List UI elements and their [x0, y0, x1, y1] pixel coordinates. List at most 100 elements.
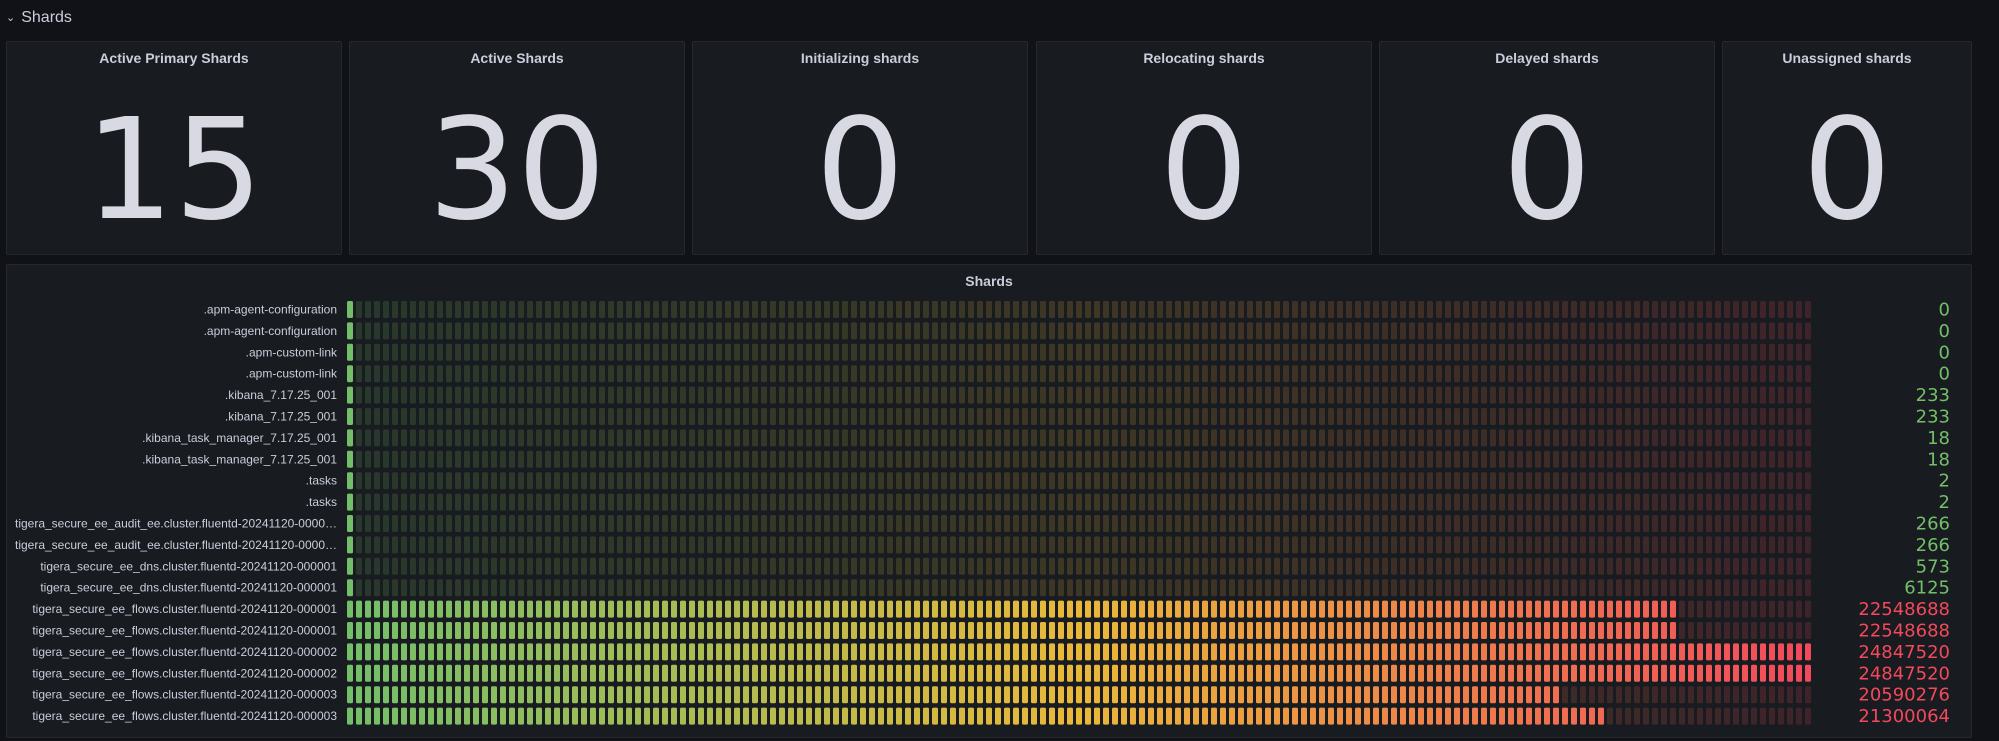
bar-cell-empty	[923, 557, 929, 575]
bar-cell-empty	[428, 365, 434, 383]
bar-row[interactable]: .tasks 2	[306, 471, 1950, 492]
bar-row[interactable]: tigera_secure_ee_flows.cluster.fluentd-2…	[32, 642, 1950, 663]
bar-row[interactable]: tigera_secure_ee_dns.cluster.fluentd-202…	[40, 578, 1950, 599]
bar-cell-empty	[1463, 557, 1469, 575]
bar-cell-empty	[464, 579, 470, 597]
bar-cell-empty	[590, 301, 596, 318]
bar-row[interactable]: .kibana_task_manager_7.17.25_001 18	[142, 428, 1950, 449]
bar-cell-empty	[653, 450, 659, 468]
bar-cell-empty	[455, 493, 461, 511]
stat-panel-initializing-shards[interactable]: Initializing shards 0	[692, 41, 1028, 255]
bar-cell-empty	[1220, 472, 1226, 490]
bar-cell-filled	[401, 686, 407, 704]
bar-cell-empty	[617, 429, 623, 447]
bar-row[interactable]: tigera_secure_ee_dns.cluster.fluentd-202…	[40, 556, 1950, 577]
bar-cell-empty	[743, 365, 749, 383]
bar-cell-empty	[1328, 365, 1334, 383]
bar-cell-empty	[1760, 450, 1766, 468]
bar-row[interactable]: tigera_secure_ee_audit_ee.cluster.fluent…	[15, 514, 1950, 535]
stat-panel-active-primary-shards[interactable]: Active Primary Shards 15	[6, 41, 342, 255]
bar-cell-empty	[896, 472, 902, 490]
bar-cell-empty	[599, 386, 605, 404]
bar-cell-empty	[662, 408, 668, 425]
stat-panel-delayed-shards[interactable]: Delayed shards 0	[1379, 41, 1715, 255]
bar-cell-filled	[1031, 686, 1037, 704]
bar-cell-empty	[1184, 450, 1190, 468]
bar-cell-empty	[1400, 450, 1406, 468]
bar-row[interactable]: tigera_secure_ee_flows.cluster.fluentd-2…	[32, 599, 1950, 620]
bar-cell-empty	[698, 579, 704, 597]
bar-cell-filled	[1184, 643, 1190, 661]
bar-row[interactable]: tigera_secure_ee_audit_ee.cluster.fluent…	[15, 535, 1950, 556]
bar-cell-filled	[644, 600, 650, 618]
bar-cell-empty	[356, 579, 362, 597]
bar-cell-empty	[1013, 493, 1019, 511]
bar-cell-empty	[1373, 429, 1379, 447]
bar-cell-empty	[698, 493, 704, 511]
bar-cell-empty	[1508, 322, 1514, 340]
bar-cell-empty	[1589, 686, 1595, 704]
bar-row[interactable]: .kibana_7.17.25_001 233	[225, 407, 1950, 428]
bar-gauge-panel-shards[interactable]: Shards .apm-agent-configuration 0 .apm-age…	[6, 264, 1972, 738]
bar-cell-empty	[1805, 493, 1811, 511]
bar-cell-filled	[932, 622, 938, 639]
bar-cell-empty	[1508, 536, 1514, 554]
bar-cell-empty	[1742, 493, 1748, 511]
bar-cell-filled	[1076, 600, 1082, 618]
bar-cell-empty	[1634, 343, 1640, 361]
bar-cell-empty	[797, 343, 803, 361]
bar-cell-empty	[1175, 343, 1181, 361]
bar-cell-empty	[698, 536, 704, 554]
bar-cell-empty	[959, 493, 965, 511]
stat-panel-relocating-shards[interactable]: Relocating shards 0	[1036, 41, 1372, 255]
bar-cell-filled	[356, 600, 362, 618]
bar-row[interactable]: tigera_secure_ee_flows.cluster.fluentd-2…	[32, 663, 1950, 684]
bar-row[interactable]: .apm-agent-configuration 0	[204, 321, 1950, 342]
bar-cell-empty	[887, 579, 893, 597]
bar-row[interactable]: .apm-custom-link 0	[246, 342, 1950, 363]
bar-cell-empty	[1643, 686, 1649, 704]
bar-cell-empty	[1715, 707, 1721, 725]
bar-row[interactable]: tigera_secure_ee_flows.cluster.fluentd-2…	[32, 706, 1950, 727]
stat-panel-active-shards[interactable]: Active Shards 30	[349, 41, 685, 255]
bar-cell-filled	[878, 707, 884, 725]
bar-row[interactable]: .kibana_task_manager_7.17.25_001 18	[142, 449, 1950, 470]
bar-cell-empty	[1778, 579, 1784, 597]
bar-row[interactable]: tigera_secure_ee_flows.cluster.fluentd-2…	[32, 621, 1950, 642]
bar-row[interactable]: .apm-custom-link 0	[246, 364, 1950, 385]
bar-cell-filled	[1634, 600, 1640, 618]
bar-cell-empty	[653, 386, 659, 404]
bar-cell-empty	[1121, 515, 1127, 532]
bar-cell-empty	[563, 557, 569, 575]
bar-cell-empty	[527, 450, 533, 468]
bar-cell-filled	[1220, 707, 1226, 725]
bar-row[interactable]: .kibana_7.17.25_001 233	[225, 385, 1950, 406]
bar-cell-empty	[1688, 343, 1694, 361]
row-header-shards[interactable]: ⌄ Shards	[6, 6, 72, 30]
bar-cell-filled	[1544, 600, 1550, 618]
bar-cell-empty	[1148, 343, 1154, 361]
bar-cell-empty	[1805, 686, 1811, 704]
bar-cell-filled	[437, 622, 443, 639]
bar-cell-empty	[1373, 365, 1379, 383]
bar-cell-empty	[1364, 493, 1370, 511]
bar-cell-empty	[1553, 429, 1559, 447]
bar-cell-empty	[1553, 579, 1559, 597]
bar-row[interactable]: .apm-agent-configuration 0	[204, 300, 1950, 321]
bar-cell-empty	[1310, 365, 1316, 383]
stat-panel-unassigned-shards[interactable]: Unassigned shards 0	[1722, 41, 1972, 255]
bar-cell-empty	[1391, 450, 1397, 468]
bar-row[interactable]: tigera_secure_ee_flows.cluster.fluentd-2…	[32, 685, 1950, 706]
bar-cell-empty	[1778, 429, 1784, 447]
bar-cell-empty	[1211, 557, 1217, 575]
bar-cell-empty	[860, 493, 866, 511]
bar-cell-filled	[923, 643, 929, 661]
bar-cell-filled	[1139, 686, 1145, 704]
bar-cell-empty	[455, 536, 461, 554]
bar-row[interactable]: .tasks 2	[306, 492, 1950, 513]
bar-cell-filled	[770, 622, 776, 639]
bar-cell-empty	[1625, 408, 1631, 425]
bar-cell-empty	[509, 536, 515, 554]
bar-cell-empty	[1076, 343, 1082, 361]
bar-cell-empty	[554, 301, 560, 318]
